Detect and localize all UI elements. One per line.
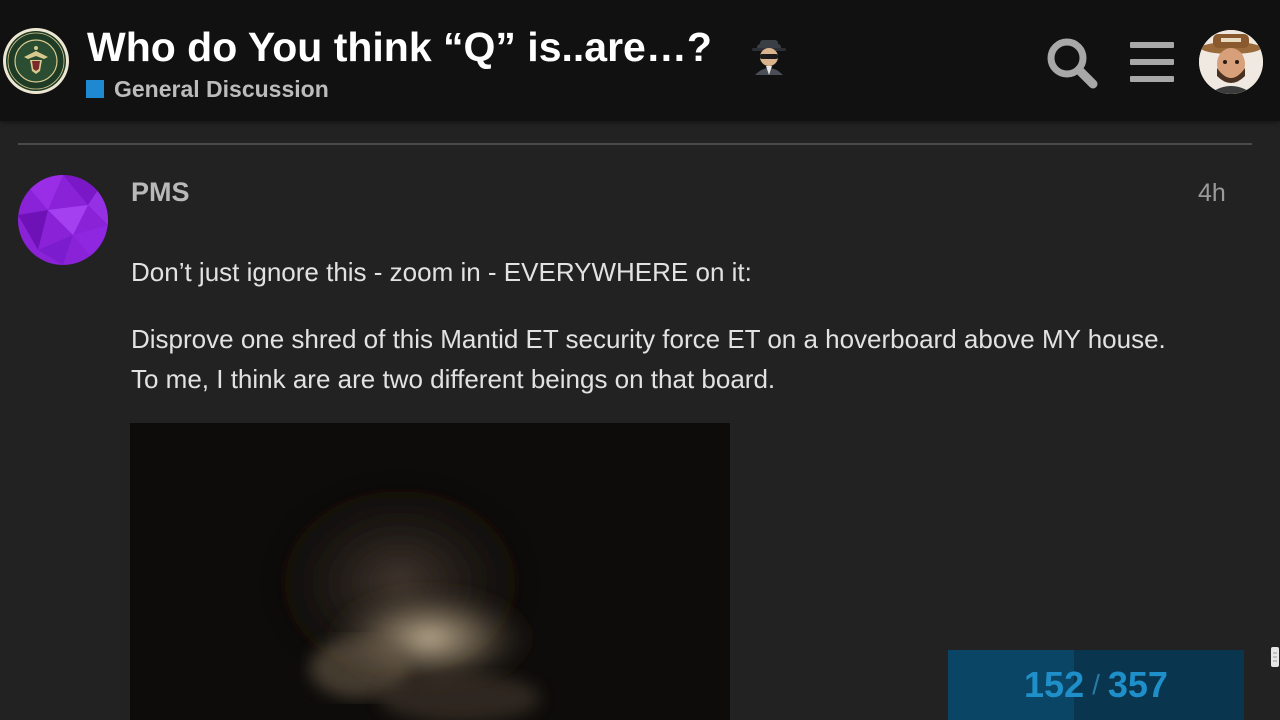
category-badge[interactable]: General Discussion — [86, 76, 329, 102]
progress-separator: / — [1092, 669, 1100, 700]
progress-total: 357 — [1107, 664, 1168, 705]
post-username[interactable]: PMS — [131, 177, 190, 208]
post-image[interactable] — [130, 423, 730, 720]
current-user-avatar[interactable] — [1199, 30, 1263, 94]
search-button[interactable] — [1044, 36, 1100, 92]
post-paragraph: Disprove one shred of this Mantid ET sec… — [131, 324, 1166, 394]
post-paragraph: Don’t just ignore this - zoom in - EVERY… — [131, 257, 752, 287]
progress-current: 152 — [1024, 664, 1085, 705]
post-date[interactable]: 4h — [1198, 179, 1226, 208]
site-header: Who do You think “Q” is..are…? General D… — [0, 0, 1280, 121]
topic-progress[interactable]: 152 / 357 — [948, 650, 1244, 720]
progress-counter: 152 / 357 — [948, 650, 1244, 720]
category-color-square — [86, 80, 104, 98]
site-logo[interactable] — [2, 27, 70, 95]
scrollbar-handle[interactable] — [1270, 647, 1280, 667]
poster-avatar[interactable] — [18, 175, 108, 265]
spy-emoji-icon — [749, 35, 789, 75]
topic-divider — [18, 143, 1252, 145]
topic-title[interactable]: Who do You think “Q” is..are…? — [87, 24, 712, 71]
search-icon — [1047, 38, 1098, 89]
hamburger-menu-icon — [1130, 42, 1174, 82]
category-name[interactable]: General Discussion — [114, 76, 329, 103]
hamburger-menu-button[interactable] — [1128, 40, 1176, 84]
